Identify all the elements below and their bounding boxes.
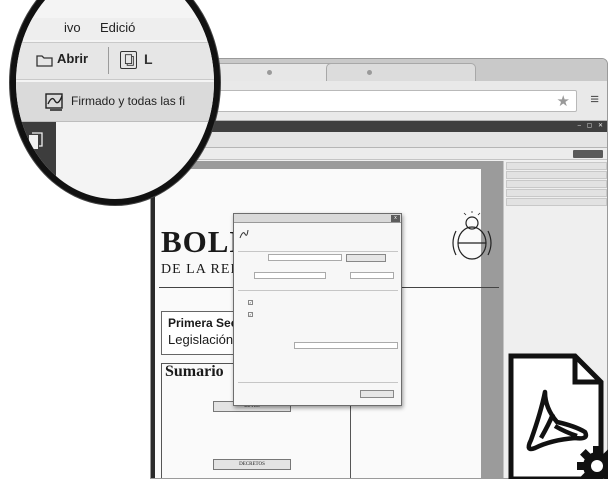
location-field [350, 272, 394, 279]
category-decrees: DECRETOS [213, 459, 291, 470]
customize-button[interactable] [573, 150, 603, 158]
divider [238, 251, 398, 252]
menu-edit[interactable]: Edició [100, 20, 135, 35]
page-edge [151, 169, 155, 478]
side-panel-item[interactable] [506, 171, 607, 179]
side-panel-item[interactable] [506, 198, 607, 206]
divider [238, 290, 398, 291]
validity-check: ✓ [248, 300, 253, 305]
side-panel-item[interactable] [506, 162, 607, 170]
toolbar-separator [108, 47, 109, 74]
side-panel-item[interactable] [506, 189, 607, 197]
divider [238, 382, 398, 383]
reader-title-bar: – ▢ ✕ [151, 121, 607, 132]
document-icon[interactable] [120, 51, 137, 69]
text-tool-icon[interactable]: L [144, 51, 153, 67]
close-button[interactable] [360, 390, 394, 398]
address-bar[interactable]: ★ [179, 90, 577, 112]
coat-of-arms-icon [452, 211, 492, 260]
close-icon[interactable]: x [391, 215, 400, 222]
show-certificate-button[interactable] [346, 254, 386, 262]
signer-info-field [294, 342, 398, 349]
signature-status-text: Firmado y todas las fi [71, 94, 186, 108]
signature-properties-dialog: x ✓ ✓ [233, 213, 402, 406]
signature-icon [239, 229, 249, 239]
menu-icon[interactable]: ≡ [590, 91, 599, 108]
side-panel-item[interactable] [506, 180, 607, 188]
tab-favicon-icon [367, 70, 372, 75]
browser-tab[interactable] [326, 63, 476, 81]
menu-file[interactable]: ivo [64, 20, 81, 35]
acrobat-pdf-icon [508, 353, 608, 479]
reader-subtoolbar [151, 148, 607, 160]
signature-icon[interactable] [44, 90, 66, 112]
star-icon[interactable]: ★ [557, 92, 570, 110]
date-field [254, 272, 326, 279]
identity-check: ✓ [248, 312, 253, 317]
dialog-title: x [234, 214, 401, 223]
folder-icon[interactable] [36, 54, 53, 67]
open-button[interactable]: Abrir [57, 51, 88, 66]
window-controls[interactable]: – ▢ ✕ [578, 121, 605, 132]
pages-icon[interactable] [28, 132, 43, 150]
signer-field[interactable] [268, 254, 342, 261]
summary-title: Sumario [165, 363, 224, 380]
tab-favicon-icon [267, 70, 272, 75]
reader-toolbar [151, 132, 607, 148]
